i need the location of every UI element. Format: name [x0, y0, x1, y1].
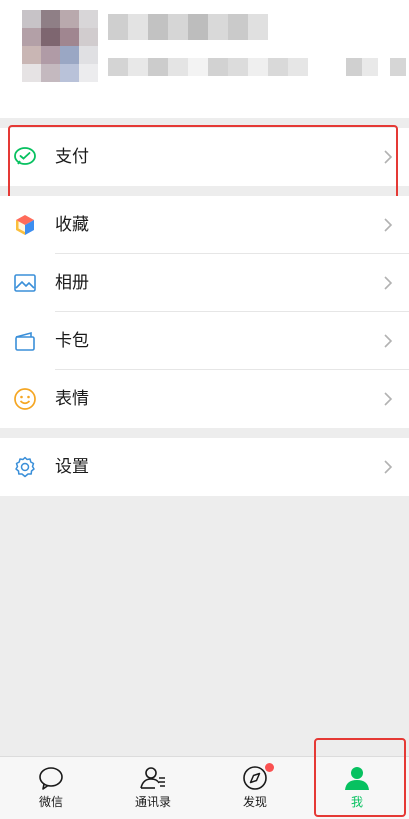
tab-label: 发现 — [242, 795, 267, 809]
highlight-box-me-tab — [314, 738, 406, 817]
profile-header[interactable] — [0, 0, 409, 118]
menu-item-settings[interactable]: 设置 — [0, 438, 409, 496]
card-wallet-icon — [15, 331, 35, 351]
profile-id-blurred — [108, 58, 406, 76]
menu-item-favorites[interactable]: 收藏 — [0, 196, 409, 254]
chevron-right-icon — [384, 276, 393, 290]
avatar[interactable] — [22, 10, 98, 82]
chevron-right-icon — [384, 334, 393, 348]
tab-label: 通讯录 — [134, 795, 171, 809]
contacts-icon — [140, 767, 165, 789]
menu-item-label: 卡包 — [55, 331, 89, 351]
menu-item-card-wallet[interactable]: 卡包 — [0, 312, 409, 370]
chevron-right-icon — [384, 460, 393, 474]
highlight-box-pay — [8, 125, 398, 203]
menu-item-label: 设置 — [55, 457, 89, 477]
album-image-icon — [14, 274, 36, 292]
menu-item-label: 表情 — [55, 389, 89, 409]
menu-item-stickers[interactable]: 表情 — [0, 370, 409, 428]
tab-discover[interactable]: 发现 — [204, 757, 306, 819]
gear-icon — [15, 456, 35, 478]
menu-item-label: 相册 — [55, 273, 89, 293]
menu-item-album[interactable]: 相册 — [0, 254, 409, 312]
favorites-cube-icon — [16, 215, 34, 235]
chevron-right-icon — [384, 392, 393, 406]
chevron-right-icon — [384, 218, 393, 232]
smiley-icon — [14, 388, 36, 410]
chat-bubble-icon — [39, 767, 63, 790]
tab-contacts[interactable]: 通讯录 — [102, 757, 204, 819]
menu-item-label: 收藏 — [55, 215, 89, 235]
tab-chats[interactable]: 微信 — [0, 757, 102, 819]
profile-name-blurred — [108, 14, 268, 40]
tab-label: 微信 — [38, 795, 63, 809]
discover-badge-dot — [265, 763, 274, 772]
